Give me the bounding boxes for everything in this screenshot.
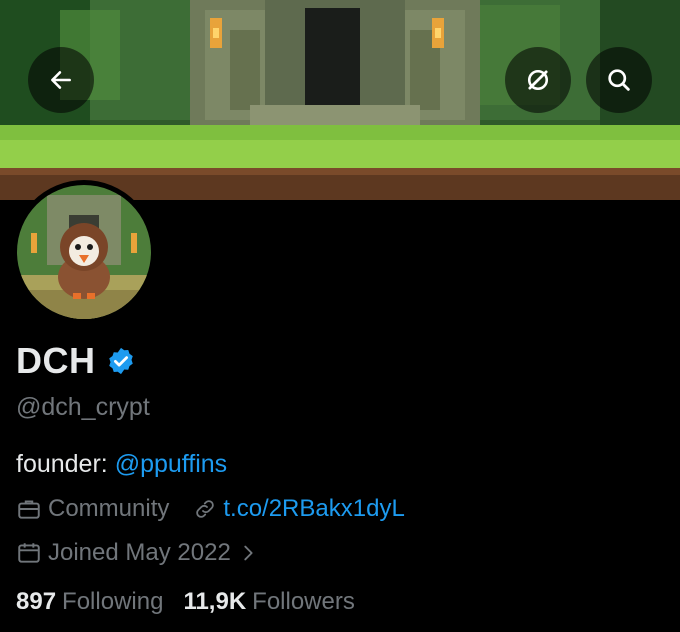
profile-banner[interactable] <box>0 0 680 200</box>
link-icon <box>196 500 215 518</box>
arrow-left-icon <box>51 71 71 89</box>
avatar-image <box>17 185 151 319</box>
profile-category: Community <box>48 495 170 522</box>
bio-mention-link[interactable]: @ppuffins <box>115 450 228 478</box>
profile-stats: 897 Following 11,9K Followers <box>16 588 375 616</box>
joined-date: Joined May 2022 <box>48 539 231 566</box>
chevron-right-icon <box>244 545 253 561</box>
following-count: 897 <box>16 588 57 615</box>
followers-label: Followers <box>252 588 355 615</box>
profile-handle: @dch_crypt <box>16 393 150 421</box>
search-button[interactable] <box>586 47 652 113</box>
profile-meta-row: Community t.co/2RBakx1dyL <box>16 495 405 523</box>
grok-slash-icon <box>527 69 549 91</box>
briefcase-icon <box>18 500 40 519</box>
profile-website-link[interactable]: t.co/2RBakx1dyL <box>223 495 404 523</box>
search-icon <box>608 69 630 91</box>
avatar[interactable] <box>12 180 156 324</box>
followers-link[interactable]: 11,9K Followers <box>183 588 354 616</box>
back-button[interactable] <box>28 47 94 113</box>
bio-text: founder: <box>16 450 115 478</box>
joined-date-row[interactable]: Joined May 2022 <box>16 539 265 567</box>
grok-button[interactable] <box>505 47 571 113</box>
profile-name-row: DCH <box>16 340 136 382</box>
following-label: Following <box>62 588 164 615</box>
profile-bio: founder: @ppuffins <box>16 450 227 479</box>
following-link[interactable]: 897 Following <box>16 588 163 616</box>
followers-count: 11,9K <box>183 588 247 615</box>
verified-badge-icon[interactable] <box>106 346 136 376</box>
profile-name: DCH <box>16 340 96 381</box>
calendar-icon <box>18 543 40 563</box>
